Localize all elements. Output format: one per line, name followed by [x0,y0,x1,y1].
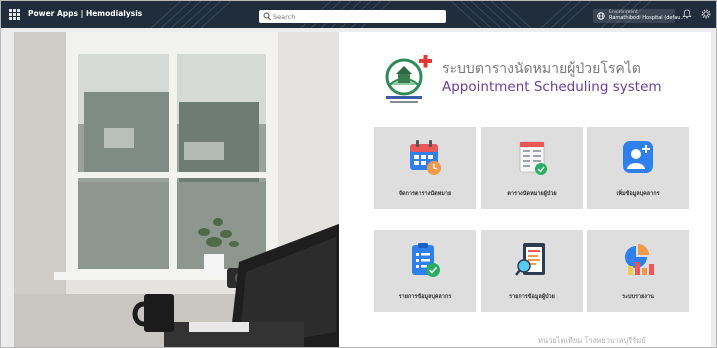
tile-label: ตารางนัดหมายผู้ป่วย [507,191,557,197]
tile-label: รายการข้อมูลผู้ป่วย [509,294,555,300]
schedule-list-icon [519,141,547,175]
search-icon [263,12,271,21]
app-title: Power Apps | Hemodialysis [28,9,143,18]
environment-name: Ramathibodi Hospital (defau... [609,15,686,21]
tile-report-system[interactable]: ระบบรายงาน [587,230,689,312]
globe-icon [597,12,605,20]
tile-label: ระบบรายงาน [622,294,654,300]
app-title-thai: ระบบตารางนัดหมายผู้ป่วยโรคไต [442,61,641,77]
staff-list-icon [412,243,440,277]
search-box[interactable] [259,10,446,23]
footer-text: หน่วยไตเทียม โรงพยาบาลบุรีรัมย์ [538,336,646,345]
tile-manage-appointments[interactable]: จัดการตารางนัดหมาย [374,127,476,209]
hero-photo [14,32,339,347]
settings-gear-icon[interactable] [701,9,711,19]
app-launcher-icon[interactable] [9,9,20,20]
patient-list-icon [515,243,545,276]
search-input[interactable] [273,10,441,23]
environment-picker[interactable]: Environment Ramathibodi Hospital (defau.… [593,9,685,23]
app-title-english: Appointment Scheduling system [442,79,662,95]
power-apps-header: Power Apps | Hemodialysis Environment Ra… [1,1,716,28]
tile-patient-schedule[interactable]: ตารางนัดหมายผู้ป่วย [481,127,583,209]
tile-staff-list[interactable]: รายการข้อมูลบุคลากร [374,230,476,312]
tile-label: รายการข้อมูลบุคลากร [398,294,452,300]
calendar-icon [410,140,441,175]
app-window: Power Apps | Hemodialysis Environment Ra… [0,0,717,348]
tile-add-staff[interactable]: เพิ่มข้อมูลบุคลากร [587,127,689,209]
tile-label: จัดการตารางนัดหมาย [398,191,452,197]
tile-patient-list[interactable]: รายการข้อมูลผู้ป่วย [481,230,583,312]
report-chart-icon [625,244,654,275]
hospital-logo [385,55,432,103]
add-user-icon [623,141,653,173]
tile-label: เพิ่มข้อมูลบุคลากร [616,191,660,197]
bell-icon[interactable] [682,9,692,19]
